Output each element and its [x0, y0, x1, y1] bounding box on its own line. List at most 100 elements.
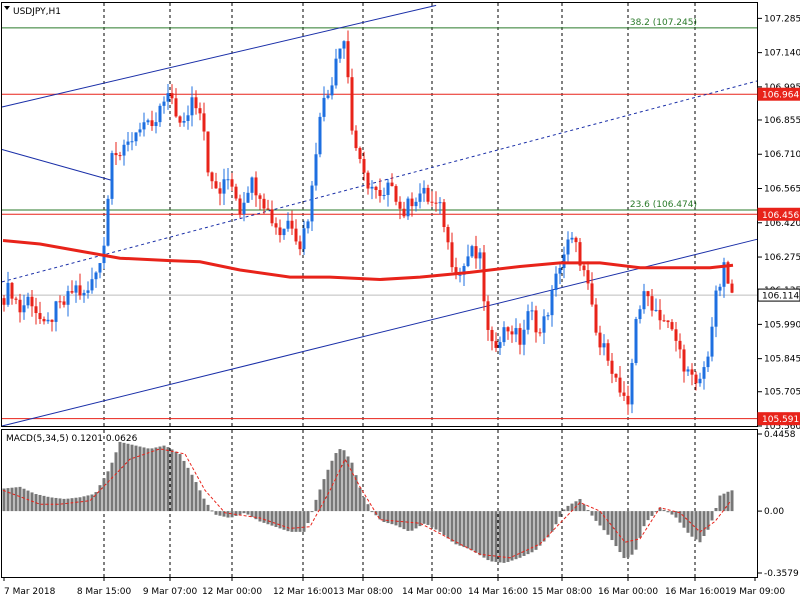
bear-candle [490, 329, 494, 342]
bull-candle [110, 153, 114, 199]
bull-candle [166, 93, 170, 102]
macd-histogram-bar [18, 486, 22, 512]
level-price-text: 105.591 [762, 415, 799, 425]
macd-histogram-bar [218, 511, 222, 516]
bull-candle [22, 305, 26, 313]
bear-candle [430, 201, 434, 203]
bull-candle [82, 292, 86, 296]
macd-histogram-bar [450, 511, 454, 542]
x-tick-label: 12 Mar 00:00 [202, 587, 262, 597]
channel-line[interactable] [1, 4, 437, 108]
bull-candle [702, 367, 706, 379]
level-price-text: 106.964 [762, 91, 799, 101]
bull-candle [466, 256, 470, 267]
bear-candle [646, 291, 650, 297]
macd-histogram-bar [394, 511, 398, 526]
x-tick-label: 13 Mar 08:00 [333, 587, 393, 597]
macd-histogram-bar [682, 511, 686, 528]
macd-histogram-bar [518, 511, 522, 558]
bull-candle [66, 291, 70, 305]
bull-candle [222, 179, 226, 194]
bull-candle [470, 246, 474, 257]
bear-candle [730, 283, 734, 293]
bear-candle [50, 319, 54, 322]
y-tick-label: 106.855 [764, 116, 800, 126]
macd-histogram-bar [618, 511, 622, 553]
trend-channel-lines[interactable] [1, 4, 758, 427]
macd-histogram-bar [246, 511, 250, 515]
bear-candle [626, 395, 630, 405]
y-tick-label: 105.845 [764, 355, 800, 365]
bear-candle [346, 41, 350, 78]
macd-histogram-bar [234, 511, 238, 516]
bull-candle [566, 239, 570, 255]
macd-histogram-bar [474, 511, 478, 553]
macd-histogram-bar [550, 511, 554, 532]
y-tick-label: 106.565 [764, 185, 800, 195]
y-tick-label: 107.140 [764, 49, 800, 59]
bear-candle [354, 130, 358, 149]
macd-histogram-bar [486, 511, 490, 561]
symbol-title[interactable]: USDJPY,H1 [4, 6, 61, 17]
macd-histogram-bar [650, 511, 654, 516]
price-axis[interactable]: 107.285107.140106.995106.855106.710106.5… [757, 14, 800, 432]
bull-candle [386, 182, 390, 195]
macd-histogram-bar [542, 511, 546, 542]
macd-histogram-bar [506, 511, 510, 562]
channel-line[interactable] [1, 149, 112, 181]
bull-candle [94, 272, 98, 280]
macd-histogram-bar [210, 510, 214, 512]
macd-histogram-bar [710, 511, 714, 521]
bull-candle [558, 267, 562, 274]
bear-candle [538, 332, 542, 334]
bear-candle [214, 181, 218, 189]
macd-histogram-bar [146, 448, 150, 512]
y-tick-label: 107.285 [764, 14, 800, 24]
bear-candle [590, 283, 594, 305]
macd-histogram-bar [430, 511, 434, 528]
bear-candle [374, 186, 378, 191]
macd-histogram-bar [498, 511, 502, 563]
macd-histogram-bar [626, 511, 630, 558]
bear-candle [658, 309, 662, 321]
x-tick-label: 12 Mar 16:00 [273, 587, 333, 597]
macd-histogram-bar [606, 511, 610, 535]
macd-histogram-bar [182, 460, 186, 512]
bear-candle [38, 313, 42, 320]
dropdown-arrow-icon[interactable] [4, 6, 10, 10]
macd-histogram-bar [610, 511, 614, 541]
macd-histogram-bar [402, 511, 406, 530]
macd-histogram-bar [250, 511, 254, 517]
bear-candle [434, 202, 438, 204]
macd-histogram-bar [674, 511, 678, 518]
bear-candle [350, 77, 354, 131]
bull-candle [98, 263, 102, 273]
bull-candle [642, 291, 646, 310]
macd-histogram-bar [510, 511, 514, 561]
macd-histogram-bar [102, 478, 106, 512]
bull-candle [514, 328, 518, 335]
macd-histogram-bar [406, 511, 410, 531]
macd-axis: 0.4458 0.00 -0.3579 [758, 430, 799, 579]
usdjpy-h1-chart[interactable]: 38.2 (107.245) 23.6 (106.474) 107.285 107.… [0, 0, 800, 600]
macd-histogram-bar [114, 452, 118, 512]
macd-histogram-bar [582, 504, 586, 512]
bear-candle [114, 153, 118, 156]
time-axis[interactable]: 7 Mar 2018 8 Mar 15:00 9 Mar 07:00 12 Mar 0… [3, 577, 785, 597]
y-tick-label: 105.705 [764, 388, 800, 398]
macd-histogram-bar [162, 445, 166, 512]
macd-histogram-bar [322, 479, 326, 512]
macd-histogram-bar [438, 511, 442, 532]
bull-candle [246, 192, 250, 203]
bull-candle [550, 289, 554, 316]
bull-candle [334, 58, 338, 86]
bull-candle [554, 273, 558, 290]
bear-candle [298, 241, 302, 250]
macd-title: MACD(5,34,5) 0.1201 0.0626 [6, 434, 138, 444]
bear-candle [174, 98, 178, 117]
macd-histogram-bar [594, 511, 598, 521]
macd-histogram-bar [634, 511, 638, 550]
macd-histogram-bar [494, 511, 498, 562]
bull-candle [138, 129, 142, 133]
bear-candle [398, 201, 402, 209]
